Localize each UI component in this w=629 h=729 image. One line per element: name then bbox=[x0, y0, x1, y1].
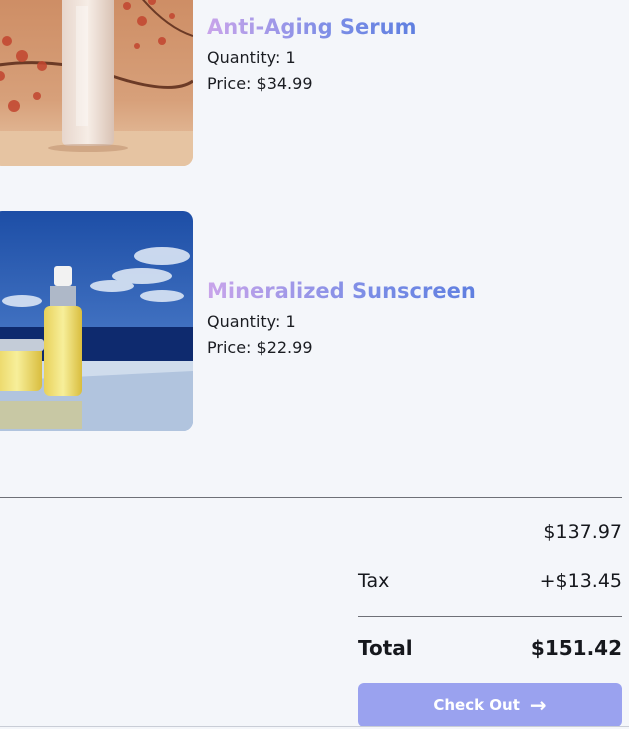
section-divider bbox=[0, 497, 622, 498]
tax-label: Tax bbox=[358, 570, 390, 592]
tax-value: +$13.45 bbox=[539, 570, 622, 592]
product-price: Price: $22.99 bbox=[207, 338, 313, 357]
cart-item-info: Mineralized Sunscreen Quantity: 1 Price:… bbox=[207, 279, 476, 361]
total-divider bbox=[358, 616, 622, 617]
checkout-button[interactable]: Check Out → bbox=[358, 683, 622, 727]
product-quantity: Quantity: 1 bbox=[207, 48, 296, 67]
product-image-serum[interactable] bbox=[0, 0, 193, 166]
product-price: Price: $34.99 bbox=[207, 74, 313, 93]
page-bottom-rule bbox=[0, 726, 629, 727]
product-name[interactable]: Mineralized Sunscreen bbox=[207, 279, 476, 303]
subtotal-value: $137.97 bbox=[543, 521, 622, 543]
product-name[interactable]: Anti-Aging Serum bbox=[207, 15, 417, 39]
total-label: Total bbox=[358, 636, 413, 660]
checkout-label: Check Out bbox=[433, 696, 520, 714]
product-quantity: Quantity: 1 bbox=[207, 312, 296, 331]
total-value: $151.42 bbox=[530, 636, 622, 660]
product-image-sunscreen[interactable] bbox=[0, 211, 193, 431]
cart-item-info: Anti-Aging Serum Quantity: 1 Price: $34.… bbox=[207, 15, 417, 97]
arrow-right-icon: → bbox=[529, 693, 547, 717]
